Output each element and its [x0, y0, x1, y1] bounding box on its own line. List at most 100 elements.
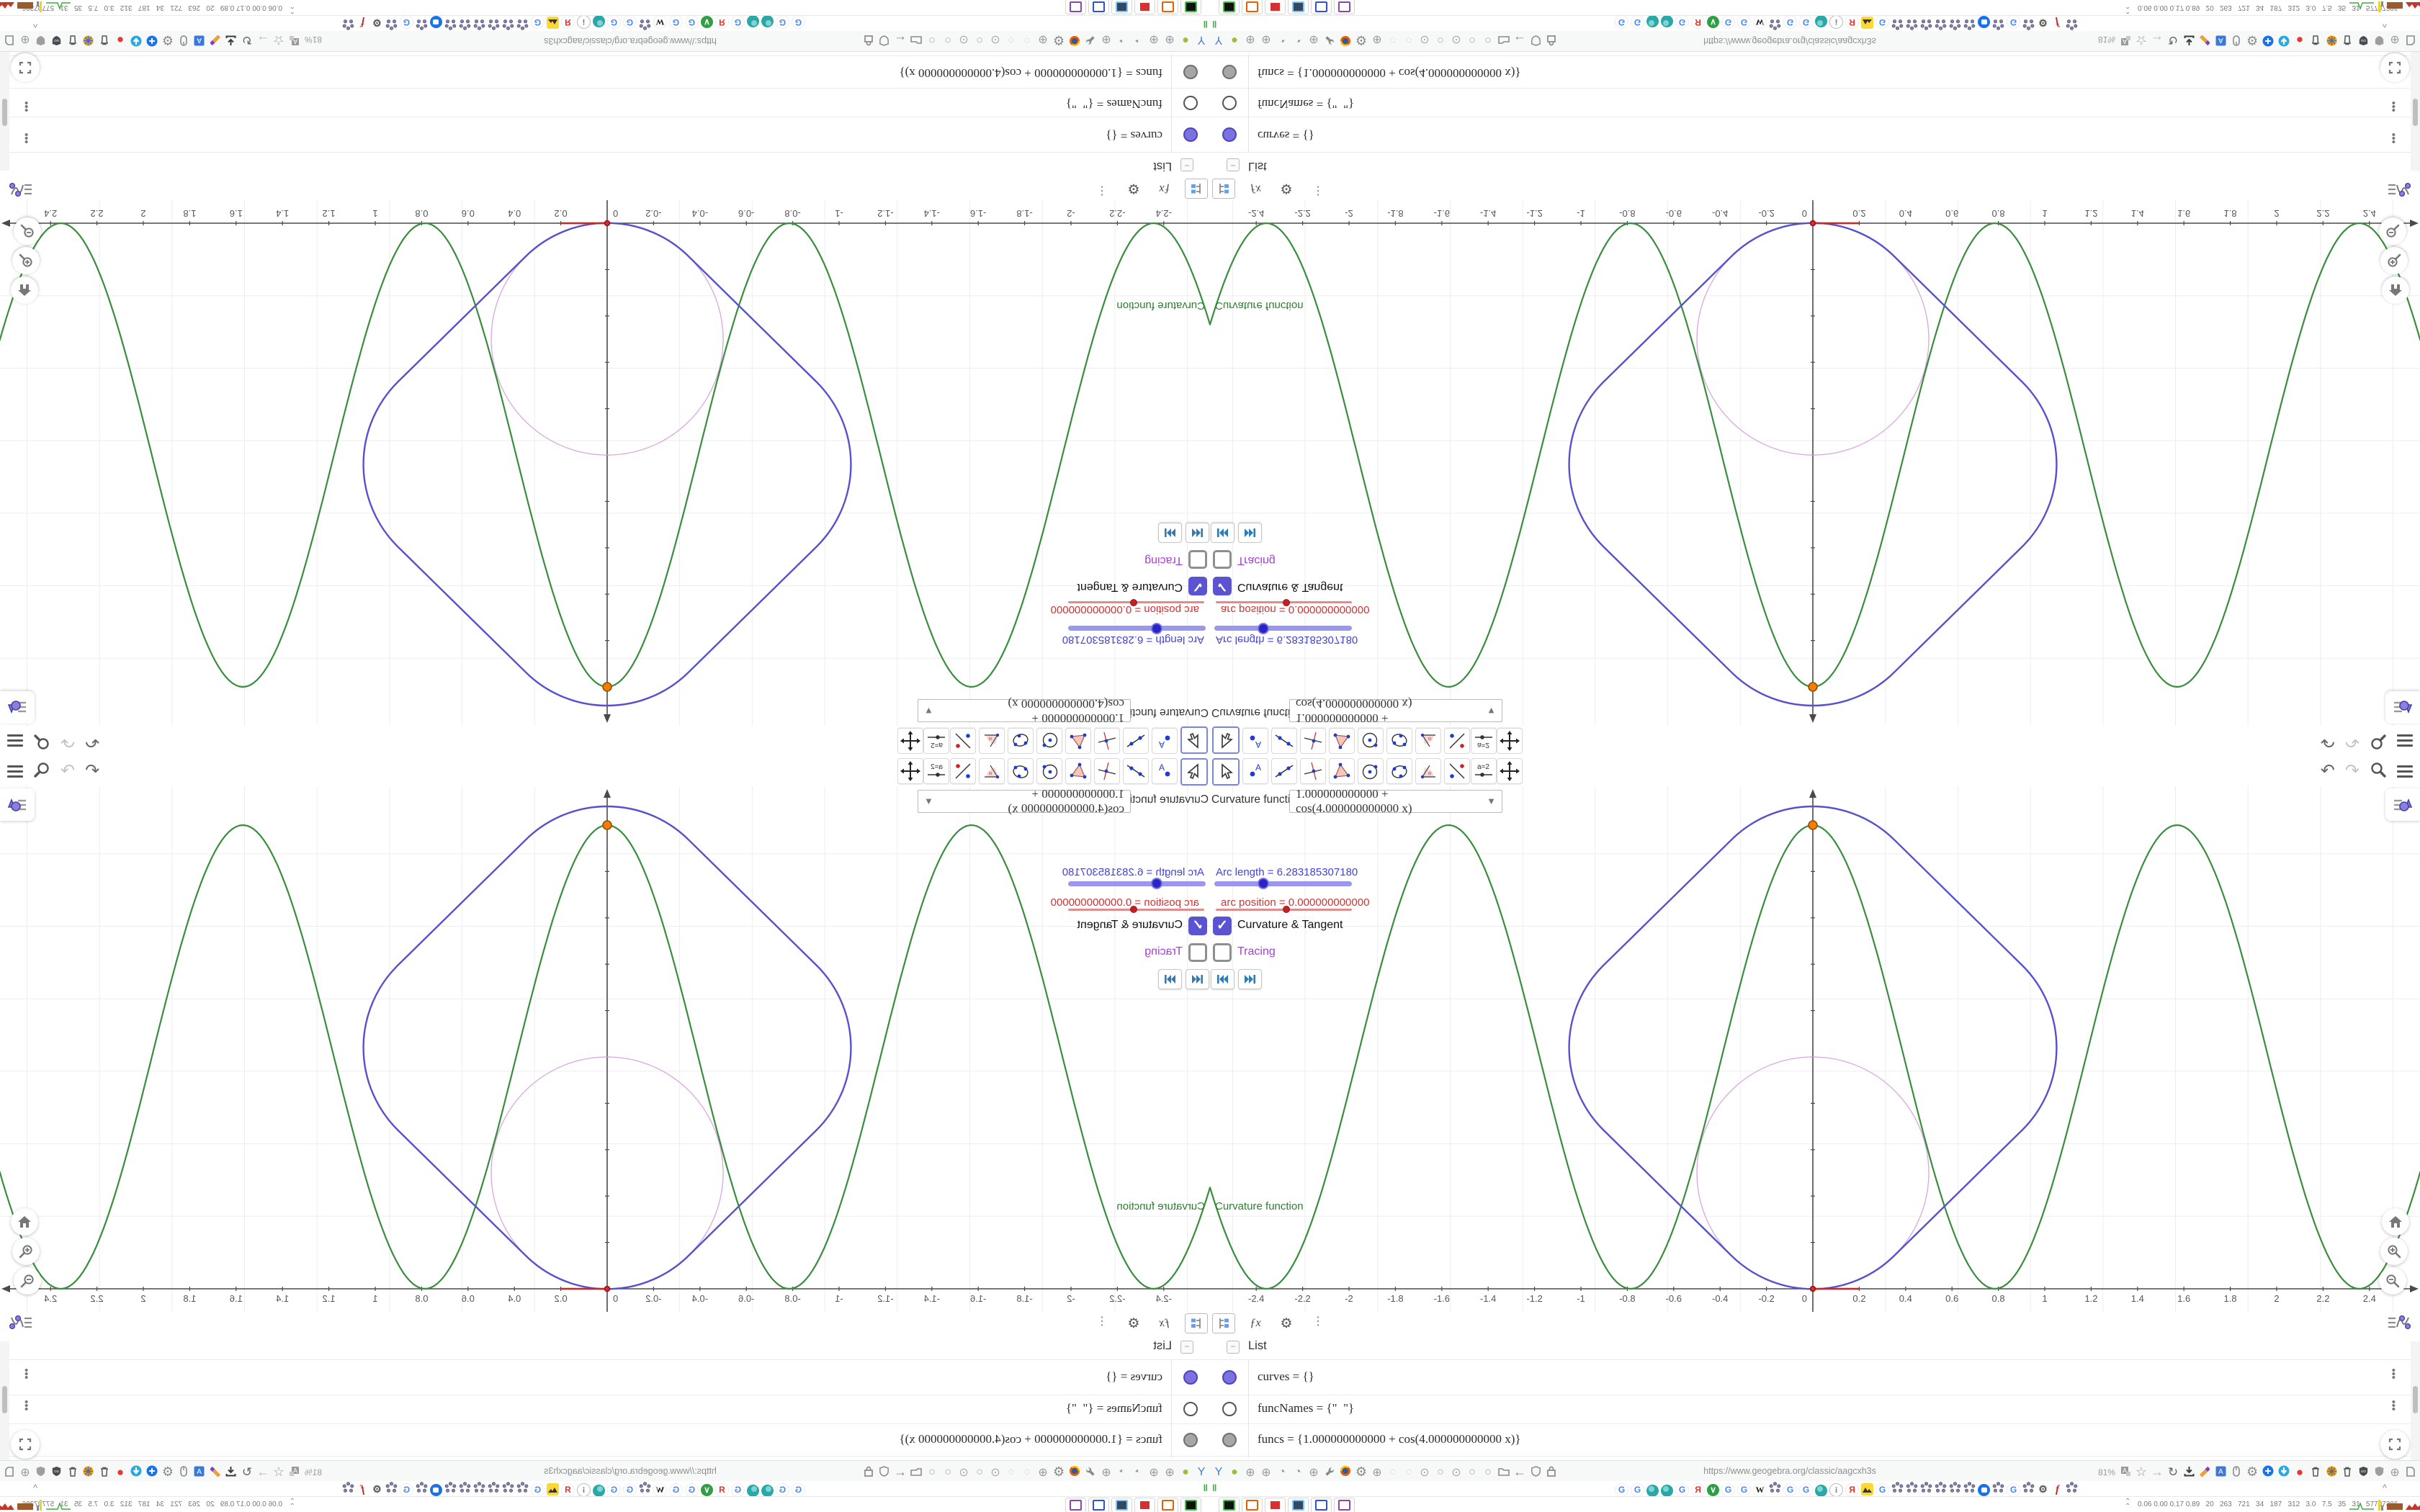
algebra-row[interactable]: funcs = {1.000000000000 + cos(4.00000000…: [1210, 55, 2420, 89]
reload-icon[interactable]: ↻: [240, 33, 254, 48]
down-blue-icon[interactable]: [2277, 32, 2291, 48]
gauge-icon[interactable]: ◔: [1115, 1465, 1129, 1480]
algebra-panel-icon[interactable]: [9, 176, 33, 199]
tab-favicon-ggb[interactable]: [1769, 1482, 1781, 1498]
tab-favicon-bubble[interactable]: [430, 1483, 442, 1496]
download-icon[interactable]: [224, 1464, 238, 1480]
back-icon[interactable]: ←: [893, 1464, 908, 1480]
menu-icon[interactable]: [7, 762, 23, 780]
tab-favicon-G[interactable]: G: [623, 15, 637, 30]
url-text[interactable]: https://www.geogebra.org/classic/aagcxh3…: [1642, 1466, 1937, 1476]
tab-favicon-ggb[interactable]: [1769, 14, 1781, 30]
target-icon[interactable]: ⊙: [956, 1465, 971, 1480]
reload-icon[interactable]: ↻: [2166, 33, 2180, 48]
fx-button[interactable]: ƒx: [1244, 1313, 1267, 1333]
gear-icon[interactable]: ⚙: [1052, 32, 1066, 48]
tool-slider[interactable]: a=2: [1471, 758, 1497, 784]
tab-favicon-Ya[interactable]: Я: [715, 1482, 729, 1497]
row-menu-icon[interactable]: • • •: [24, 1364, 28, 1384]
globe-icon[interactable]: ⊕: [1370, 33, 1384, 48]
taskbar-app-3[interactable]: [1111, 1498, 1132, 1512]
star-icon[interactable]: ☆: [272, 1464, 286, 1480]
curvature-function-input[interactable]: 1.000000000000 + cos(4.000000000000 x) ▼: [1289, 697, 1502, 725]
globe-orange-icon[interactable]: [81, 32, 96, 48]
back-icon[interactable]: ←: [1512, 32, 1527, 48]
algebra-panel-icon[interactable]: [2387, 1313, 2411, 1336]
tab-favicon-G[interactable]: G: [607, 1482, 621, 1497]
collapse-list-button[interactable]: −: [1227, 158, 1240, 171]
tab-favicon-sphere[interactable]: [747, 1482, 759, 1497]
zoom-out-button[interactable]: [14, 1267, 41, 1295]
skip-to-end-button[interactable]: [1238, 523, 1262, 543]
circ-icon[interactable]: ○: [941, 1465, 955, 1480]
globe-orange-icon[interactable]: [2324, 1464, 2339, 1480]
zoom-out-button[interactable]: [14, 217, 41, 245]
tab-favicon-ggb[interactable]: [1949, 1482, 1961, 1498]
tab-favicon-ggb[interactable]: [459, 1482, 471, 1498]
tab-favicon-ggb[interactable]: [1891, 1482, 1904, 1498]
zoom-in-button[interactable]: [2380, 1238, 2408, 1265]
algebra-row[interactable]: curves = {} • • •: [0, 1359, 1210, 1395]
tab-favicon-ggb[interactable]: [444, 1482, 457, 1498]
reload-icon[interactable]: ↻: [2166, 1465, 2180, 1480]
faint-icon[interactable]: ○: [1402, 1465, 1416, 1480]
curvature-tangent-checkbox[interactable]: ✓: [1188, 917, 1207, 935]
algebra-panel-icon[interactable]: [2387, 176, 2411, 199]
algebra-row[interactable]: funcs = {1.000000000000 + cos(4.00000000…: [1210, 1423, 2420, 1457]
star-icon[interactable]: ☆: [272, 32, 286, 48]
globe-orange-icon[interactable]: [81, 1464, 96, 1480]
tab-scroll-chevron[interactable]: ^: [33, 1482, 37, 1493]
tab-favicon-G[interactable]: G: [792, 15, 805, 30]
tab-favicon-ggb[interactable]: [1963, 14, 1976, 30]
row-menu-icon[interactable]: • • •: [2392, 1365, 2396, 1383]
party-icon[interactable]: Y: [1211, 1465, 1226, 1480]
sort-by-type-button[interactable]: [1185, 1313, 1208, 1333]
tab-favicon-G[interactable]: G: [1721, 1482, 1735, 1497]
tool-slider[interactable]: a=2: [923, 728, 949, 754]
crayon-icon[interactable]: [208, 1464, 223, 1480]
tab-favicon-ggb[interactable]: [639, 1482, 651, 1498]
graphics-view[interactable]: -2.4 -2.2 -2 -1.8 -1.6 -1.4 -1.2 -1 -0.8 -0.6 -0.4…: [0, 200, 1210, 726]
faint-icon[interactable]: ○: [1020, 33, 1034, 48]
circ-icon[interactable]: ○: [1465, 1465, 1479, 1480]
target-icon[interactable]: ⊙: [1449, 1465, 1464, 1480]
tab-favicon-ggb[interactable]: [516, 1482, 529, 1498]
tool-polygon[interactable]: [1065, 758, 1091, 784]
gauge-icon[interactable]: ◔: [1275, 33, 1289, 48]
circ-icon[interactable]: ○: [941, 33, 955, 48]
translate-blue-icon[interactable]: A: [2213, 1464, 2228, 1480]
visibility-toggle[interactable]: [1183, 1402, 1198, 1416]
tab-favicon-ggb[interactable]: [502, 14, 514, 30]
globe-icon[interactable]: ⊕: [18, 1465, 32, 1480]
shield-icon[interactable]: [877, 32, 892, 48]
globe-icon[interactable]: ⊕: [1259, 33, 1273, 48]
algebra-scrollbar-thumb[interactable]: [2, 1386, 7, 1413]
undo-icon[interactable]: ↶: [85, 761, 99, 780]
zoom-in-button[interactable]: [12, 247, 40, 274]
tab-favicon-ggb[interactable]: [1920, 1482, 1932, 1498]
algebra-scrollbar-track[interactable]: [2411, 1341, 2420, 1460]
globe-icon[interactable]: ⊕: [2388, 1465, 2402, 1480]
taskbar-app-0[interactable]: [1180, 0, 1201, 14]
folder-icon[interactable]: [909, 32, 923, 48]
tab-favicon-Ya[interactable]: Я: [561, 15, 575, 30]
algebra-row[interactable]: funcNames = {" "} • • •: [0, 88, 1210, 117]
tab-favicon-sphere[interactable]: [761, 15, 774, 30]
tool-ellipse[interactable]: [1008, 728, 1034, 754]
skip-to-start-button[interactable]: [1186, 969, 1209, 989]
tool-slider[interactable]: a=2: [923, 758, 949, 784]
wrench-icon[interactable]: [0, 1464, 1, 1480]
tool-line[interactable]: [1271, 728, 1297, 754]
target-icon[interactable]: ⊙: [1449, 33, 1464, 48]
tab-favicon-f[interactable]: f: [357, 16, 369, 29]
tab-favicon-ggb[interactable]: [1935, 1482, 1947, 1498]
dot-red-icon[interactable]: ●: [113, 33, 127, 48]
firefox-icon[interactable]: [1338, 32, 1353, 48]
zoom-in-button[interactable]: [2380, 247, 2408, 274]
tab-favicon-G[interactable]: G: [1615, 1482, 1628, 1497]
tab-favicon-G[interactable]: G: [607, 15, 621, 30]
tool-move[interactable]: [1180, 758, 1208, 786]
tool-angle[interactable]: α: [1415, 728, 1441, 754]
shield-gray-icon[interactable]: [34, 32, 48, 48]
tab-favicon-Ya[interactable]: Я: [561, 1482, 575, 1497]
